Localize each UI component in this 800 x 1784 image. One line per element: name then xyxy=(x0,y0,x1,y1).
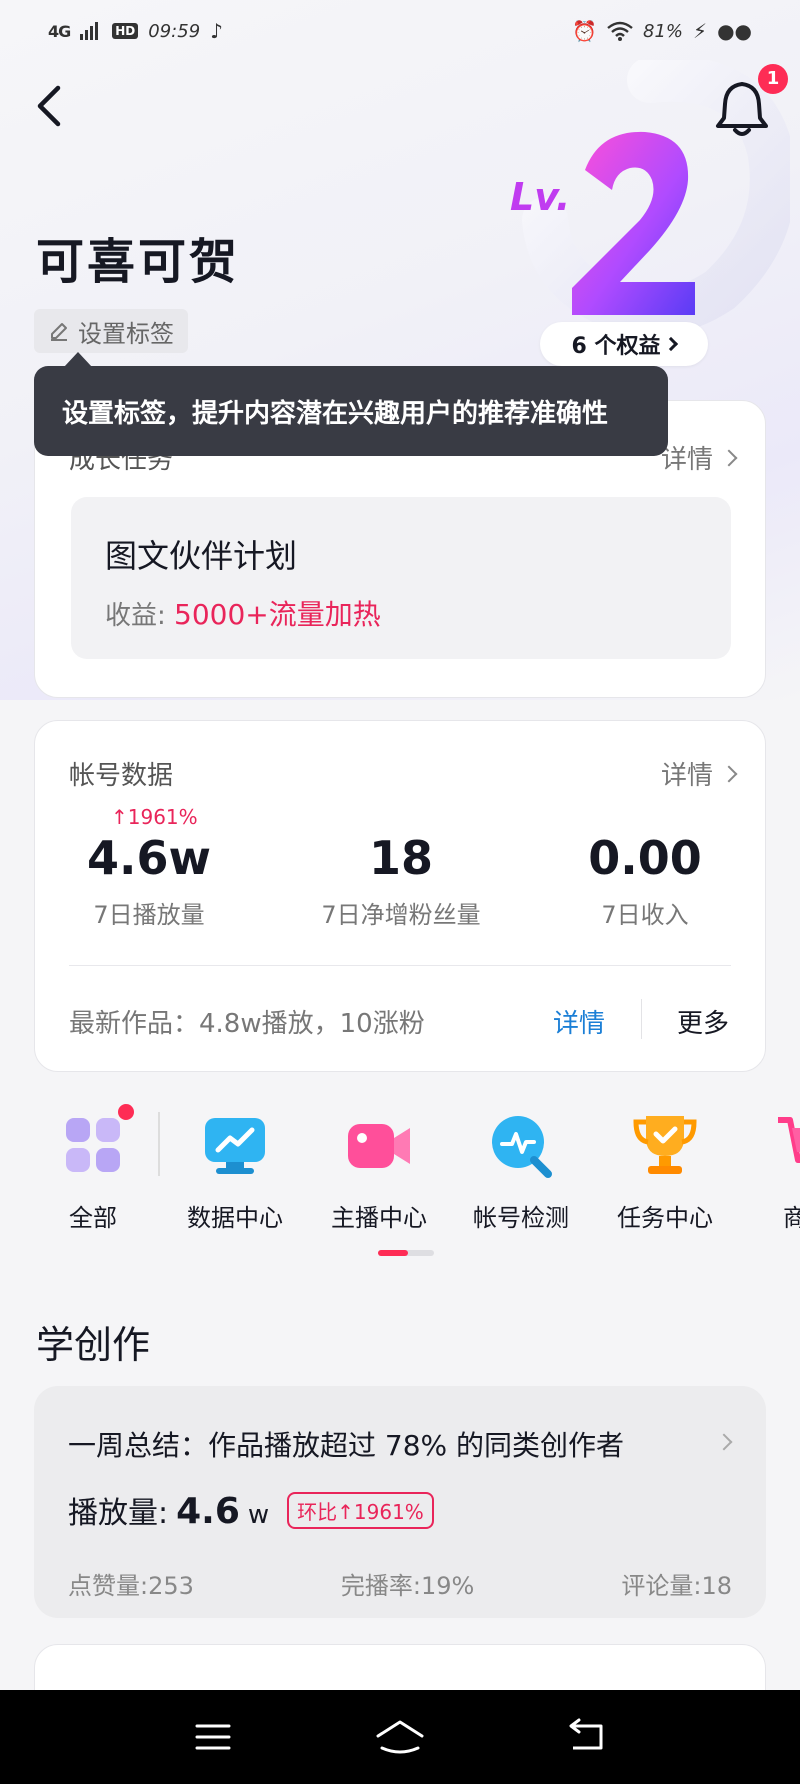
play-label: 播放量: xyxy=(68,1496,169,1531)
growth-badge: 环比↑1961% xyxy=(287,1491,434,1529)
plan-income-value: 5000+流量加热 xyxy=(174,598,381,631)
shortcut-label: 全部 xyxy=(69,1204,117,1232)
tooltip-text: 设置标签，提升内容潜在兴趣用户的推荐准确性 xyxy=(62,398,609,429)
stat-label: 7日播放量 xyxy=(93,901,205,929)
latest-work-detail-link[interactable]: 详情 xyxy=(553,1003,605,1040)
divider xyxy=(641,999,642,1039)
battery-level: 81% xyxy=(643,20,684,42)
plan-income: 收益: 5000+流量加热 xyxy=(105,593,381,633)
pencil-icon xyxy=(51,323,67,341)
shortcut-live-center[interactable]: 主播中心 xyxy=(314,1106,444,1233)
shortcut-label: 商品 xyxy=(783,1204,800,1232)
level-benefits-label: 6 个权益 xyxy=(571,334,661,359)
system-nav-bar xyxy=(0,1690,800,1784)
svg-text:Lv.: Lv. xyxy=(510,175,570,219)
divider xyxy=(69,965,731,966)
chevron-right-icon xyxy=(664,336,679,352)
stat-income[interactable]: 0.00 7日收入 xyxy=(525,831,765,930)
shortcut-label: 数据中心 xyxy=(187,1204,283,1232)
level-benefits-button[interactable]: 6 个权益 xyxy=(540,322,708,366)
account-check-icon xyxy=(492,1116,552,1178)
chevron-right-icon xyxy=(715,1433,733,1451)
notification-dot xyxy=(118,1104,134,1120)
shortcut-account-check[interactable]: 帐号检测 xyxy=(456,1106,586,1233)
comments-metric: 评论量:18 xyxy=(621,1572,732,1600)
shortcut-pager xyxy=(378,1250,434,1256)
growth-task-detail-label: 详情 xyxy=(660,445,713,475)
shortcut-task-center[interactable]: 任务中心 xyxy=(600,1106,730,1233)
set-tag-button[interactable]: 设置标签 xyxy=(34,309,188,353)
stat-value: 4.6w xyxy=(87,831,211,885)
partner-plan-item[interactable]: 图文伙伴计划 收益: 5000+流量加热 xyxy=(71,497,731,659)
chevron-right-icon xyxy=(720,449,738,466)
weekly-metrics: 点赞量:253 完播率:19% 评论量:18 xyxy=(68,1566,732,1601)
account-data-title: 帐号数据 xyxy=(69,761,174,791)
tooltip-arrow xyxy=(64,352,92,367)
set-tag-label: 设置标签 xyxy=(78,319,174,348)
stat-label: 7日收入 xyxy=(601,901,689,929)
clock-time: 09:59 xyxy=(148,20,201,42)
tiktok-icon: ♪ xyxy=(210,19,223,43)
trophy-icon xyxy=(633,1116,697,1174)
shortcut-row: 全部 数据中心 主播中心 帐号检测 任务中心 商 xyxy=(0,1106,800,1246)
plan-income-label: 收益: xyxy=(105,601,166,631)
shortcut-goods[interactable]: 商品 xyxy=(742,1106,800,1233)
shortcut-label: 任务中心 xyxy=(617,1204,713,1232)
shortcut-all[interactable]: 全部 xyxy=(28,1106,158,1233)
signal-bars-icon xyxy=(80,22,99,40)
shortcut-separator xyxy=(158,1112,160,1176)
chevron-right-icon xyxy=(720,765,738,782)
status-extra-icon: ●● xyxy=(717,19,752,43)
weekly-summary-text: 一周总结：作品播放超过 78% 的同类创作者 xyxy=(68,1429,625,1462)
wifi-icon xyxy=(607,21,633,41)
status-right: ⏰ 81% ⚡ ●● xyxy=(572,19,752,43)
stat-plays[interactable]: 4.6w 7日播放量 xyxy=(29,831,269,930)
home-icon[interactable] xyxy=(370,1712,430,1762)
plan-title: 图文伙伴计划 xyxy=(105,537,298,575)
live-camera-icon xyxy=(348,1124,410,1168)
play-unit: w xyxy=(247,1500,270,1530)
latest-work-more-link[interactable]: 更多 xyxy=(677,1003,729,1040)
growth-task-detail-link[interactable]: 详情 xyxy=(660,439,738,476)
tag-tooltip: 设置标签，提升内容潜在兴趣用户的推荐准确性 xyxy=(34,366,668,456)
play-value: 4.6 xyxy=(176,1491,240,1532)
account-data-detail-label: 详情 xyxy=(660,761,713,791)
battery-charging-icon: ⚡ xyxy=(693,19,708,43)
back-button[interactable] xyxy=(30,78,74,134)
cart-icon xyxy=(778,1117,800,1163)
stat-value: 18 xyxy=(368,831,433,885)
completion-metric: 完播率:19% xyxy=(340,1572,475,1600)
status-left: 4G HD 09:59 ♪ xyxy=(48,19,223,43)
grid-icon xyxy=(66,1118,120,1172)
status-bar: 4G HD 09:59 ♪ ⏰ 81% ⚡ ●● xyxy=(0,0,800,62)
alarm-icon: ⏰ xyxy=(572,19,598,43)
pager-active-indicator xyxy=(378,1250,408,1256)
latest-work-summary: 最新作品：4.8w播放，10涨粉 xyxy=(69,1009,425,1039)
stat-value: 0.00 xyxy=(588,831,702,885)
learn-section-title: 学创作 xyxy=(36,1323,151,1367)
stat-label: 7日净增粉丝量 xyxy=(321,901,481,929)
shortcut-data-center[interactable]: 数据中心 xyxy=(170,1106,300,1233)
account-data-card: 帐号数据 详情 ↑1961% 4.6w 7日播放量 18 7日净增粉丝量 0.0… xyxy=(34,720,766,1072)
account-data-detail-link[interactable]: 详情 xyxy=(660,755,738,792)
stat-followers[interactable]: 18 7日净增粉丝量 xyxy=(281,831,521,930)
signal-indicator: 4G xyxy=(48,21,71,41)
back-nav-icon[interactable] xyxy=(557,1712,617,1762)
shortcut-label: 主播中心 xyxy=(331,1204,427,1232)
weekly-summary-card[interactable]: 一周总结：作品播放超过 78% 的同类创作者 播放量: 4.6 w 环比↑196… xyxy=(34,1386,766,1618)
menu-icon[interactable] xyxy=(183,1712,243,1762)
username: 可喜可贺 xyxy=(36,234,241,290)
data-center-icon xyxy=(205,1118,265,1174)
hd-badge: HD xyxy=(112,23,139,39)
notification-badge: 1 xyxy=(758,64,788,94)
weekly-play-row: 播放量: 4.6 w 环比↑1961% xyxy=(68,1488,434,1532)
shortcut-label: 帐号检测 xyxy=(473,1204,569,1232)
play-growth-tag: ↑1961% xyxy=(111,805,198,829)
likes-metric: 点赞量:253 xyxy=(68,1572,194,1600)
